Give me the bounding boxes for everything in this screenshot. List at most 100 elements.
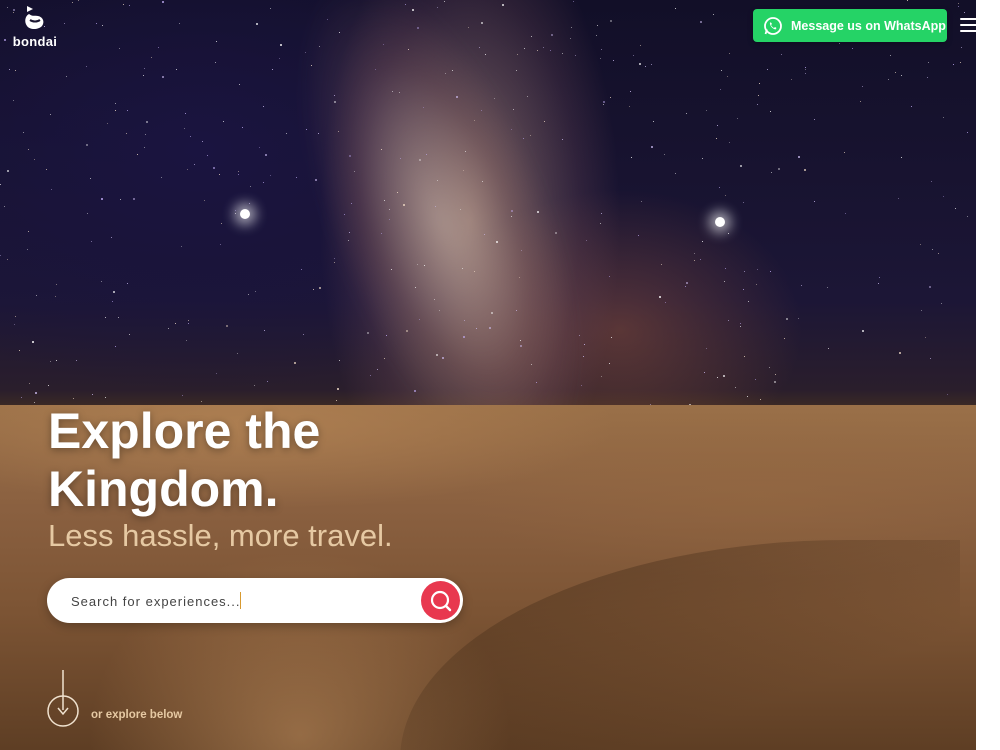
star [610, 20, 612, 22]
star [901, 75, 902, 76]
star [162, 76, 164, 78]
star [242, 127, 243, 128]
hero-background [0, 0, 976, 750]
star [442, 357, 444, 359]
star [579, 335, 580, 336]
star [399, 92, 400, 93]
star [15, 316, 16, 317]
star [400, 158, 401, 159]
star [536, 382, 537, 383]
star [878, 283, 879, 284]
star [967, 216, 968, 217]
star [436, 354, 438, 356]
star [315, 179, 317, 181]
star [29, 383, 30, 384]
star [123, 4, 124, 5]
star [517, 54, 518, 55]
star [259, 147, 260, 148]
star [279, 58, 280, 59]
star [527, 96, 528, 97]
star [327, 19, 328, 20]
star [50, 114, 51, 115]
star [520, 345, 522, 347]
star [520, 340, 521, 341]
star [725, 195, 726, 196]
search-input[interactable] [69, 589, 403, 613]
page-scrollbar[interactable] [976, 0, 1000, 750]
star [702, 158, 703, 159]
star [839, 43, 840, 44]
star [651, 64, 652, 65]
whatsapp-button[interactable]: Message us on WhatsApp [753, 9, 947, 42]
search-button[interactable] [421, 581, 460, 620]
explore-below-link[interactable]: or explore below [47, 670, 182, 728]
star [168, 328, 169, 329]
star [419, 319, 420, 320]
star [641, 201, 642, 202]
brand-logo[interactable]: bondai [10, 4, 60, 49]
star [28, 231, 29, 232]
star [575, 55, 576, 56]
star [781, 54, 782, 55]
star [756, 284, 757, 285]
star [351, 203, 352, 204]
star [72, 2, 73, 3]
star [702, 241, 703, 242]
star [349, 232, 350, 233]
star [862, 86, 863, 87]
star [4, 39, 6, 41]
star [967, 132, 968, 133]
star [911, 106, 912, 107]
star [805, 69, 806, 70]
star [179, 23, 180, 24]
star [600, 223, 601, 224]
star [145, 134, 146, 135]
star [56, 360, 57, 361]
star [34, 402, 35, 403]
star [759, 83, 760, 84]
star [101, 281, 102, 282]
star [111, 237, 112, 238]
star [184, 128, 185, 129]
star [286, 133, 287, 134]
star [931, 181, 932, 182]
star [417, 27, 419, 29]
star [744, 356, 745, 357]
star [955, 208, 956, 209]
star [370, 375, 371, 376]
star [334, 95, 335, 96]
star [339, 32, 340, 33]
brand-name: bondai [12, 34, 58, 49]
star [740, 326, 741, 327]
star [482, 181, 483, 182]
star [774, 381, 776, 383]
star [28, 149, 29, 150]
star [50, 361, 51, 362]
star [629, 106, 630, 107]
star [216, 373, 217, 374]
star [311, 65, 312, 66]
star [481, 110, 482, 111]
star [720, 89, 721, 90]
star [437, 7, 438, 8]
star [938, 253, 939, 254]
star [303, 334, 304, 335]
star [408, 49, 409, 50]
star [146, 121, 148, 123]
star [805, 73, 806, 74]
star [216, 41, 217, 42]
star [479, 47, 480, 48]
star [814, 119, 815, 120]
star [249, 203, 250, 204]
star [786, 318, 788, 320]
star [491, 312, 493, 314]
star [685, 286, 686, 287]
star [87, 213, 88, 214]
star [531, 36, 532, 37]
star [263, 106, 264, 107]
star [270, 175, 271, 176]
star [901, 157, 902, 158]
star [338, 131, 339, 132]
star [717, 125, 718, 126]
star [318, 133, 319, 134]
